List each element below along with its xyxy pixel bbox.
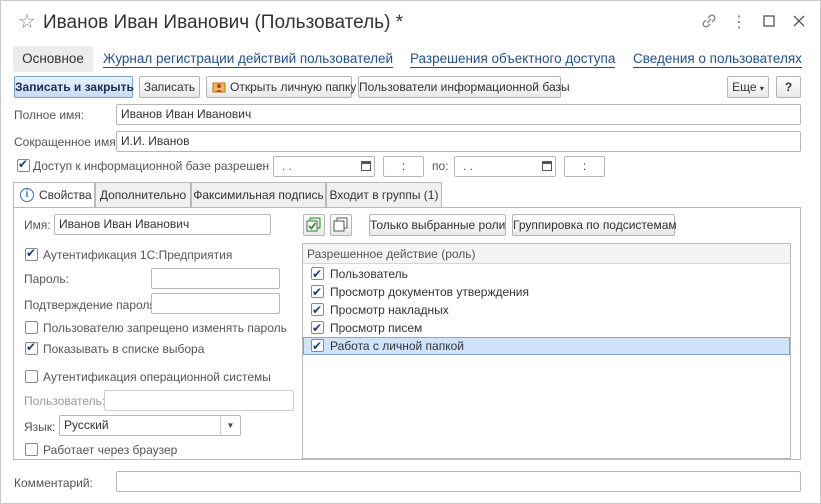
- close-icon[interactable]: [789, 13, 809, 33]
- personal-folder-icon: [212, 80, 226, 94]
- access-from-time-field[interactable]: :: [383, 156, 424, 177]
- auth-os-checkbox[interactable]: [25, 370, 38, 383]
- nav-tab-user-info[interactable]: Сведения о пользователях: [633, 51, 802, 68]
- tab-properties-label: Свойства: [39, 188, 92, 202]
- link-icon[interactable]: [699, 13, 719, 33]
- table-row[interactable]: Просмотр накладных: [303, 301, 790, 319]
- calendar-icon[interactable]: [542, 161, 552, 171]
- auth-os-label: Аутентификация операционной системы: [43, 370, 271, 384]
- tab-properties[interactable]: i Свойства: [13, 182, 95, 208]
- tab-facsimile[interactable]: Факсимильная подпись: [191, 182, 326, 207]
- ib-name-field[interactable]: Иванов Иван Иванович: [54, 214, 271, 235]
- user-form-window: ☆ Иванов Иван Иванович (Пользователь) * …: [0, 0, 821, 504]
- access-to-time-field[interactable]: :: [564, 156, 605, 177]
- ib-name-label: Имя:: [24, 218, 51, 232]
- group-by-subsystem-button[interactable]: Группировка по подсистемам: [512, 214, 677, 236]
- auth-1c-label: Аутентификация 1С:Предприятия: [43, 248, 233, 262]
- uncheck-all-button[interactable]: [330, 214, 352, 236]
- more-menu-button[interactable]: Еще ▾: [727, 76, 769, 98]
- ib-users-button[interactable]: Пользователи информационной базы: [358, 76, 570, 98]
- no-change-password-checkbox[interactable]: [25, 321, 38, 334]
- window-title: Иванов Иван Иванович (Пользователь) *: [43, 12, 404, 33]
- role-label: Просмотр писем: [330, 321, 423, 335]
- access-to-date-value: . .: [463, 159, 474, 173]
- save-and-close-button[interactable]: Записать и закрыть: [14, 76, 134, 98]
- role-checkbox[interactable]: [311, 301, 324, 319]
- open-folder-label: Открыть личную папку: [230, 80, 357, 94]
- access-from-label: с:: [256, 159, 266, 173]
- nav-tab-object-access[interactable]: Разрешения объектного доступа: [410, 51, 616, 68]
- auth-1c-checkbox[interactable]: [25, 246, 38, 261]
- comment-label: Комментарий:: [14, 476, 93, 490]
- role-checkbox[interactable]: [311, 319, 324, 337]
- full-name-label: Полное имя:: [14, 108, 85, 122]
- no-change-password-label: Пользователю запрещено изменять пароль: [43, 321, 287, 335]
- table-row[interactable]: Просмотр писем: [303, 319, 790, 337]
- language-value: Русский: [64, 418, 109, 432]
- access-from-date-value: . .: [282, 159, 293, 173]
- access-to-label: по:: [432, 159, 449, 173]
- language-label: Язык:: [24, 420, 56, 434]
- password-confirm-field[interactable]: [151, 293, 280, 314]
- table-row-selected[interactable]: Работа с личной папкой: [303, 337, 790, 355]
- only-selected-roles-button[interactable]: Только выбранные роли: [369, 214, 506, 236]
- language-select[interactable]: Русский ▼: [59, 415, 241, 436]
- maximize-icon[interactable]: [759, 13, 779, 33]
- save-button[interactable]: Записать: [139, 76, 200, 98]
- dropdown-arrow-icon: ▾: [759, 84, 764, 93]
- roles-table: Разрешенное действие (роль) Пользователь…: [302, 243, 791, 459]
- short-name-label: Сокращенное имя:: [14, 135, 120, 149]
- browser-checkbox[interactable]: [25, 443, 38, 456]
- more-label: Еще: [732, 80, 757, 94]
- info-icon: i: [20, 188, 34, 202]
- table-row[interactable]: Просмотр документов утверждения: [303, 283, 790, 301]
- password-field[interactable]: [151, 268, 280, 289]
- role-label: Работа с личной папкой: [330, 339, 464, 353]
- dropdown-arrow-icon[interactable]: ▼: [220, 416, 240, 435]
- role-label: Пользователь: [330, 267, 408, 281]
- access-allowed-label: Доступ к информационной базе разрешен: [33, 159, 270, 173]
- role-label: Просмотр накладных: [330, 303, 449, 317]
- os-user-label: Пользователь:: [24, 394, 106, 408]
- password-label: Пароль:: [24, 272, 69, 286]
- help-button[interactable]: ?: [776, 76, 801, 98]
- roles-column-header[interactable]: Разрешенное действие (роль): [303, 244, 790, 264]
- favorite-star-icon[interactable]: ☆: [18, 10, 36, 34]
- access-from-date-field[interactable]: . .: [273, 156, 375, 177]
- role-checkbox[interactable]: [311, 265, 324, 283]
- full-name-field[interactable]: Иванов Иван Иванович: [116, 104, 801, 125]
- show-in-list-checkbox[interactable]: [25, 340, 38, 355]
- role-label: Просмотр документов утверждения: [330, 285, 529, 299]
- check-all-button[interactable]: [303, 214, 325, 236]
- browser-label: Работает через браузер: [43, 443, 178, 457]
- nav-tab-main[interactable]: Основное: [13, 46, 93, 72]
- role-checkbox[interactable]: [311, 337, 324, 355]
- short-name-field[interactable]: И.И. Иванов: [116, 131, 801, 152]
- uncheck-all-icon: [333, 217, 348, 232]
- comment-field[interactable]: [116, 471, 801, 492]
- nav-tab-event-log[interactable]: Журнал регистрации действий пользователе…: [103, 51, 394, 68]
- password-confirm-label: Подтверждение пароля:: [24, 298, 160, 312]
- tab-groups[interactable]: Входит в группы (1): [326, 182, 442, 207]
- tab-additional[interactable]: Дополнительно: [95, 182, 191, 207]
- show-in-list-label: Показывать в списке выбора: [43, 342, 205, 356]
- open-folder-button[interactable]: Открыть личную папку: [206, 76, 356, 98]
- os-user-field: [104, 390, 294, 411]
- access-to-date-field[interactable]: . .: [454, 156, 556, 177]
- access-allowed-checkbox[interactable]: [17, 157, 30, 172]
- check-all-icon: [306, 217, 321, 232]
- more-vertical-icon[interactable]: ⋮: [729, 13, 749, 33]
- role-checkbox[interactable]: [311, 283, 324, 301]
- table-row[interactable]: Пользователь: [303, 265, 790, 283]
- calendar-icon[interactable]: [361, 161, 371, 171]
